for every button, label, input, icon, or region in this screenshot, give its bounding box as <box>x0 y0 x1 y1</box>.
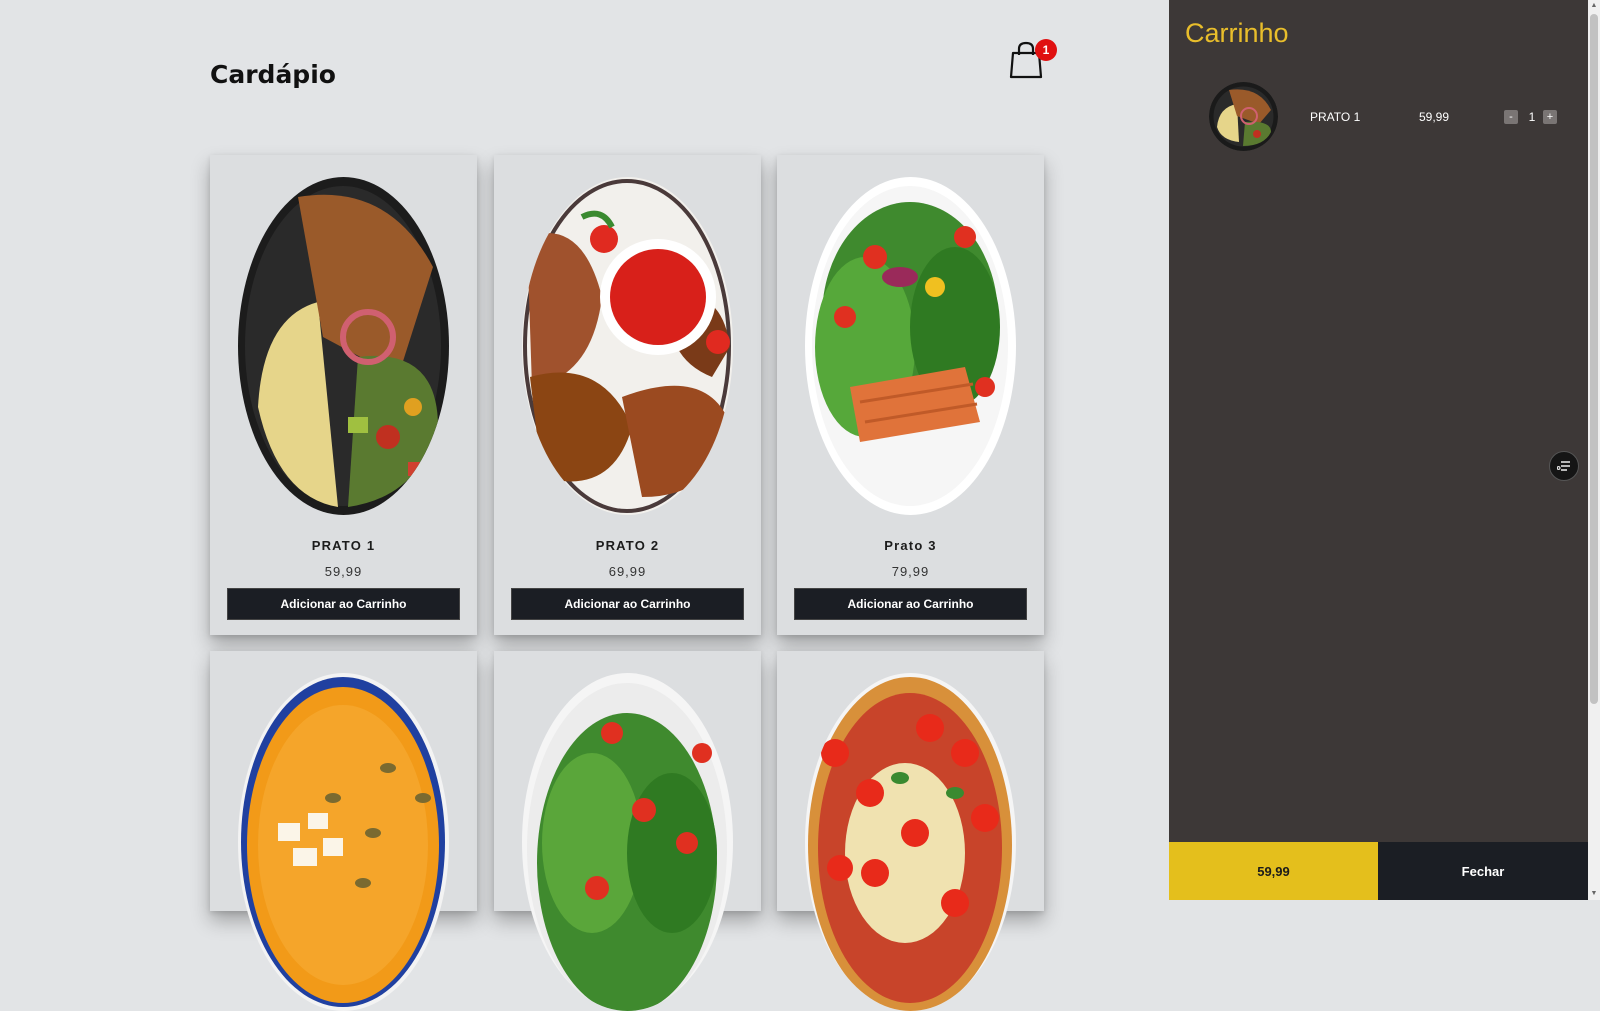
product-image <box>805 673 1016 1011</box>
scrollbar-thumb[interactable] <box>1590 14 1598 704</box>
product-card <box>777 651 1044 1011</box>
product-price: 79,99 <box>891 564 930 579</box>
menu-section: Cardápio 1 PRATO 1 59,99 Adicionar ao Ca… <box>0 0 1169 1011</box>
filter-list-icon <box>1557 461 1570 471</box>
cart-item-quantity: 1 <box>1528 110 1536 124</box>
cart-sidebar: Carrinho PRATO 1 59,99 - 1 + 59,99 Fecha… <box>1169 0 1588 900</box>
product-name: PRATO 1 <box>311 538 376 553</box>
cart-item-name: PRATO 1 <box>1310 110 1361 124</box>
product-image <box>522 673 733 1011</box>
add-to-cart-button[interactable]: Adicionar ao Carrinho <box>511 588 744 620</box>
product-card: PRATO 2 69,99 Adicionar ao Carrinho <box>494 155 761 635</box>
increase-quantity-button[interactable]: + <box>1543 110 1557 124</box>
product-card <box>210 651 477 1011</box>
product-image <box>522 177 733 515</box>
scroll-down-arrow-icon[interactable]: ▼ <box>1588 888 1600 900</box>
cart-title: Carrinho <box>1185 18 1289 48</box>
decrease-quantity-button[interactable]: - <box>1504 110 1518 124</box>
product-image <box>238 673 449 1011</box>
add-to-cart-button[interactable]: Adicionar ao Carrinho <box>794 588 1027 620</box>
close-cart-button[interactable]: Fechar <box>1378 842 1588 900</box>
product-card: PRATO 1 59,99 Adicionar ao Carrinho <box>210 155 477 635</box>
page-title: Cardápio <box>210 60 336 89</box>
cart-item-image <box>1209 82 1278 151</box>
cart-count-badge: 1 <box>1035 39 1057 61</box>
product-image <box>238 177 449 515</box>
product-card: Prato 3 79,99 Adicionar ao Carrinho <box>777 155 1044 635</box>
cart-item: PRATO 1 59,99 - 1 + <box>1209 82 1569 152</box>
cart-item-price: 59,99 <box>1419 110 1450 124</box>
add-to-cart-button[interactable]: Adicionar ao Carrinho <box>227 588 460 620</box>
product-card <box>494 651 761 1011</box>
scroll-up-arrow-icon[interactable]: ▲ <box>1588 0 1600 12</box>
product-name: Prato 3 <box>884 538 937 553</box>
product-name: PRATO 2 <box>595 538 660 553</box>
filter-list-button[interactable] <box>1549 451 1579 481</box>
product-image <box>805 177 1016 515</box>
page-scrollbar[interactable]: ▲ ▼ <box>1588 0 1600 900</box>
cart-total: 59,99 <box>1169 842 1378 900</box>
product-price: 69,99 <box>608 564 647 579</box>
cart-button[interactable]: 1 <box>1009 37 1061 79</box>
product-price: 59,99 <box>324 564 363 579</box>
